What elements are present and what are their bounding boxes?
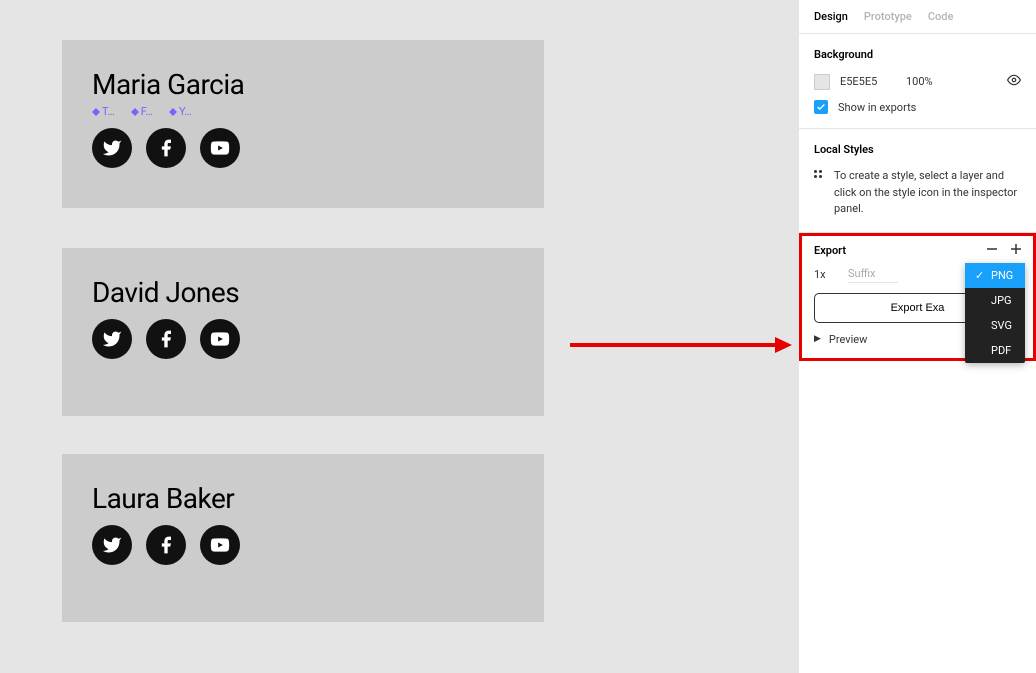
preview-label[interactable]: Preview <box>829 333 867 346</box>
background-opacity[interactable]: 100% <box>906 75 997 88</box>
format-dropdown: ✓PNG ✓JPG ✓SVG ✓PDF <box>965 263 1025 363</box>
twitter-icon[interactable] <box>92 525 132 565</box>
facebook-icon[interactable] <box>146 128 186 168</box>
component-labels: T… F… Y… <box>92 105 514 118</box>
twitter-icon[interactable] <box>92 319 132 359</box>
local-styles-section: Local Styles To create a style, select a… <box>799 129 1036 233</box>
show-in-exports-label: Show in exports <box>838 101 916 114</box>
local-styles-title: Local Styles <box>814 143 1021 156</box>
youtube-icon[interactable] <box>200 525 240 565</box>
card[interactable]: David Jones <box>62 248 544 416</box>
export-title: Export <box>814 244 846 257</box>
facebook-icon[interactable] <box>146 525 186 565</box>
visibility-icon[interactable] <box>1007 73 1021 90</box>
tab-prototype[interactable]: Prototype <box>864 10 912 23</box>
background-hex[interactable]: E5E5E5 <box>840 75 896 88</box>
remove-export-icon[interactable] <box>987 244 997 257</box>
youtube-icon[interactable] <box>200 319 240 359</box>
component-label: T… <box>92 105 115 118</box>
card-name: Laura Baker <box>92 482 514 515</box>
export-suffix-input[interactable]: Suffix <box>848 267 898 283</box>
export-section: Export 1x Suffix ⋯ ✓PNG ✓JPG ✓SVG ✓PDF E… <box>799 233 1036 361</box>
add-export-icon[interactable] <box>1011 244 1021 257</box>
card-name: Maria Garcia <box>92 68 514 101</box>
youtube-icon[interactable] <box>200 128 240 168</box>
format-option-svg[interactable]: ✓SVG <box>965 313 1025 338</box>
twitter-icon[interactable] <box>92 128 132 168</box>
format-option-jpg[interactable]: ✓JPG <box>965 288 1025 313</box>
canvas[interactable]: Maria Garcia T… F… Y… David Jones Laura … <box>0 0 798 673</box>
show-in-exports-checkbox[interactable] <box>814 100 828 114</box>
card[interactable]: Laura Baker <box>62 454 544 622</box>
format-option-png[interactable]: ✓PNG <box>965 263 1025 288</box>
tab-design[interactable]: Design <box>814 10 848 23</box>
facebook-icon[interactable] <box>146 319 186 359</box>
tab-code[interactable]: Code <box>928 10 954 23</box>
panel-tabs: Design Prototype Code <box>799 0 1036 34</box>
annotation-arrow-icon <box>570 335 795 355</box>
background-section: Background E5E5E5 100% Show in exports <box>799 34 1036 129</box>
local-styles-text: To create a style, select a layer and cl… <box>834 168 1021 218</box>
styles-icon <box>814 170 822 178</box>
export-scale[interactable]: 1x <box>814 268 838 281</box>
background-swatch[interactable] <box>814 74 830 90</box>
preview-toggle-icon[interactable]: ▶ <box>814 334 821 344</box>
inspector-panel: Design Prototype Code Background E5E5E5 … <box>798 0 1036 673</box>
background-title: Background <box>814 48 1021 61</box>
card[interactable]: Maria Garcia T… F… Y… <box>62 40 544 208</box>
component-label: F… <box>131 105 153 118</box>
component-label: Y… <box>169 105 192 118</box>
format-option-pdf[interactable]: ✓PDF <box>965 338 1025 363</box>
card-name: David Jones <box>92 276 514 309</box>
